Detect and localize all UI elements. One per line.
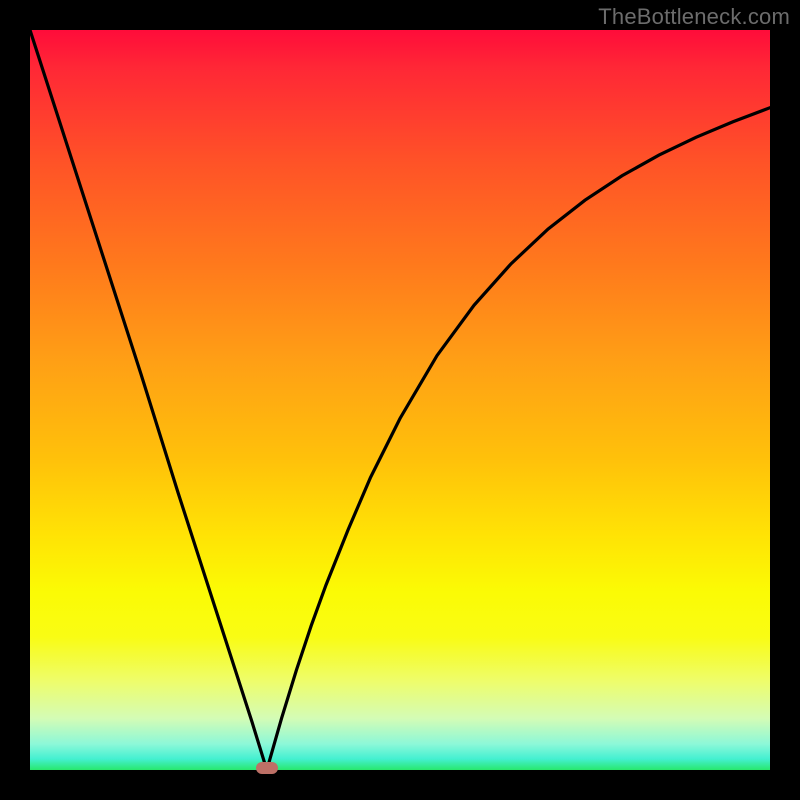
plot-area	[30, 30, 770, 770]
curve-right-branch	[267, 108, 770, 770]
watermark-text: TheBottleneck.com	[598, 4, 790, 30]
vertex-marker	[256, 762, 278, 774]
curve-left-branch	[30, 30, 267, 770]
curve-layer	[30, 30, 770, 770]
chart-container: TheBottleneck.com	[0, 0, 800, 800]
